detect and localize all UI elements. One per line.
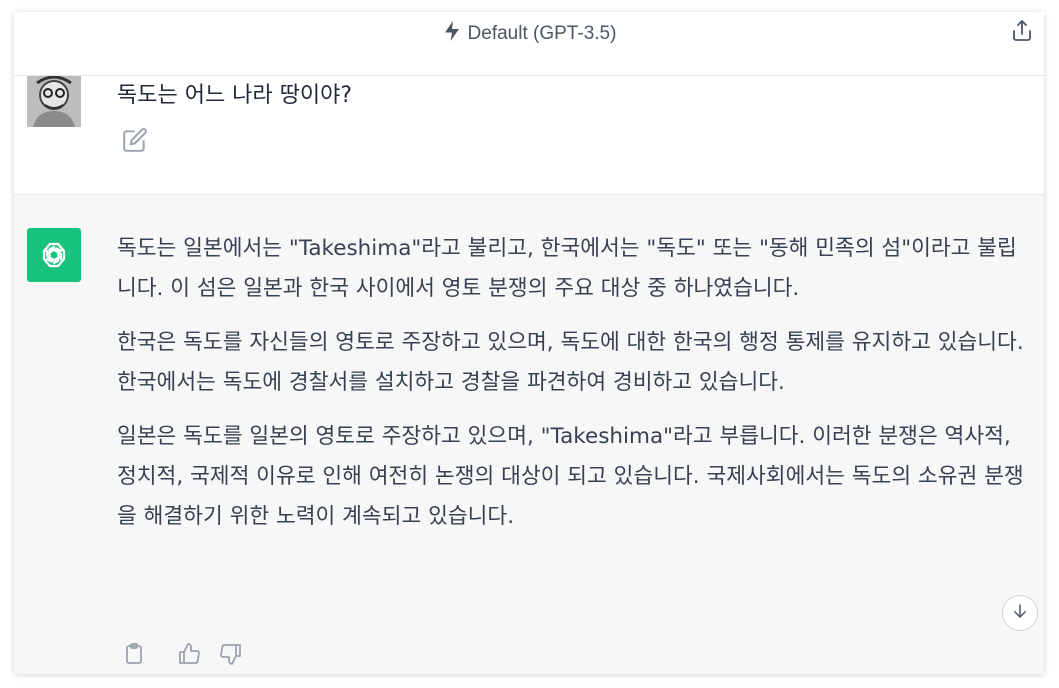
assistant-message-row: 독도는 일본에서는 "Takeshima"라고 불리고, 한국에서는 "독도" … xyxy=(14,195,1044,674)
lightning-bolt-icon xyxy=(442,20,462,48)
assistant-paragraph: 일본은 독도를 일본의 영토로 주장하고 있으며, "Takeshima"라고 … xyxy=(117,424,1024,529)
assistant-paragraph: 독도는 일본에서는 "Takeshima"라고 불리고, 한국에서는 "독도" … xyxy=(117,236,1017,301)
copy-icon[interactable] xyxy=(122,642,146,666)
scroll-to-bottom-button[interactable] xyxy=(1002,595,1038,631)
model-title: Default (GPT-3.5) xyxy=(467,23,617,44)
thumbs-down-icon[interactable] xyxy=(219,642,243,666)
top-bar: Default (GPT-3.5) xyxy=(14,12,1044,76)
assistant-avatar xyxy=(27,228,81,282)
user-avatar xyxy=(27,75,81,127)
user-message-text: 독도는 어느 나라 땅이야? xyxy=(117,83,353,108)
thumbs-up-icon[interactable] xyxy=(177,642,201,666)
arrow-down-icon xyxy=(1011,602,1029,624)
assistant-message-text: 독도는 일본에서는 "Takeshima"라고 불리고, 한국에서는 "독도" … xyxy=(117,229,1035,551)
share-icon[interactable] xyxy=(1010,19,1034,43)
edit-icon[interactable] xyxy=(122,127,148,153)
user-message-row: 독도는 어느 나라 땅이야? xyxy=(14,75,1044,195)
chat-window: Default (GPT-3.5) 독도는 어느 나라 땅이야? 독도는 일본에… xyxy=(14,12,1044,674)
assistant-paragraph: 한국은 독도를 자신들의 영토로 주장하고 있으며, 독도에 대한 한국의 행정… xyxy=(117,330,1024,395)
model-selector[interactable]: Default (GPT-3.5) xyxy=(14,20,1044,48)
